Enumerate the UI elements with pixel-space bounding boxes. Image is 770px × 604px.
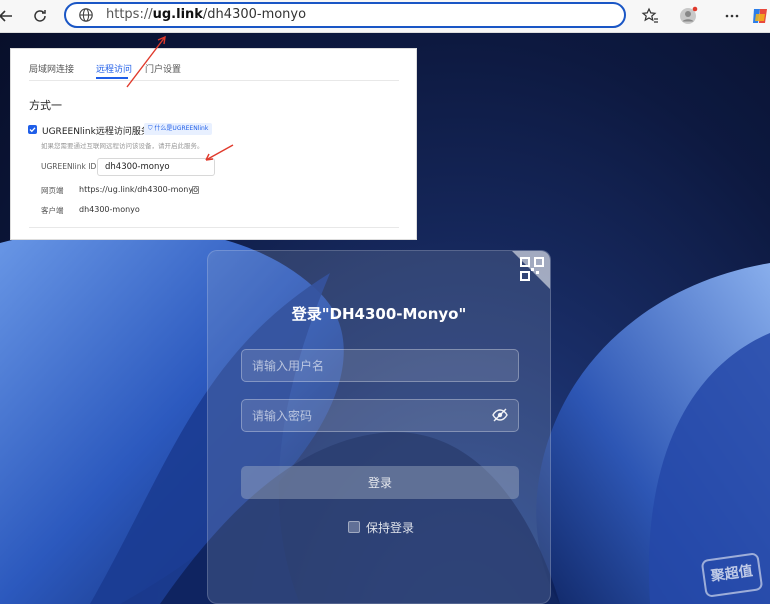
globe-icon bbox=[78, 7, 94, 27]
settings-tabs: 局域网连接 远程访问 门户设置 bbox=[29, 62, 399, 81]
whatis-ugreenlink-badge[interactable]: ⛉ 什么是UGREENlink bbox=[144, 123, 213, 135]
divider bbox=[29, 227, 399, 228]
client-value: dh4300-monyo bbox=[79, 205, 140, 214]
password-input[interactable] bbox=[241, 399, 519, 432]
username-input[interactable] bbox=[241, 349, 519, 382]
copy-icon[interactable] bbox=[192, 186, 199, 194]
browser-toolbar: https://ug.link/dh4300-monyo bbox=[0, 0, 770, 33]
check-icon bbox=[29, 127, 36, 133]
whatis-badge-text: 什么是UGREENlink bbox=[154, 125, 209, 132]
profile-icon[interactable] bbox=[676, 4, 700, 28]
qr-code-icon[interactable] bbox=[520, 257, 544, 281]
tab-portal-settings[interactable]: 门户设置 bbox=[145, 62, 181, 75]
active-tab-indicator bbox=[96, 77, 128, 79]
settings-panel-screenshot: 局域网连接 远程访问 门户设置 方式一 UGREENlink远程访问服务 ⛉ 什… bbox=[11, 49, 416, 239]
id-label: UGREENlink ID bbox=[41, 162, 97, 171]
url-text: https://ug.link/dh4300-monyo bbox=[106, 7, 306, 22]
ugreenlink-id-field[interactable]: dh4300-monyo bbox=[97, 158, 215, 176]
section-title: 方式一 bbox=[29, 99, 62, 112]
favorites-icon[interactable] bbox=[638, 4, 662, 28]
copilot-icon[interactable] bbox=[748, 4, 770, 28]
tab-lan[interactable]: 局域网连接 bbox=[29, 62, 74, 75]
remember-checkbox[interactable] bbox=[348, 521, 360, 533]
login-button[interactable]: 登录 bbox=[241, 466, 519, 499]
back-arrow-icon[interactable] bbox=[0, 4, 18, 28]
url-path: /dh4300-monyo bbox=[202, 7, 307, 22]
watermark-logo: 聚超值 bbox=[700, 552, 764, 598]
url-host: ug.link bbox=[152, 7, 203, 22]
service-label: UGREENlink远程访问服务 bbox=[42, 127, 150, 137]
remember-label[interactable]: 保持登录 bbox=[366, 519, 414, 536]
login-title: 登录"DH4300-Monyo" bbox=[291, 305, 467, 323]
reload-icon[interactable] bbox=[28, 4, 52, 28]
address-bar[interactable]: https://ug.link/dh4300-monyo bbox=[64, 2, 626, 28]
login-card: 登录"DH4300-Monyo" 登录 保持登录 bbox=[207, 250, 551, 604]
url-scheme: https:// bbox=[106, 7, 153, 22]
ugreenlink-id-value: dh4300-monyo bbox=[105, 162, 170, 172]
more-icon[interactable] bbox=[720, 4, 744, 28]
web-label: 网页端 bbox=[41, 186, 64, 195]
service-hint: 如果您需要通过互联网远程访问该设备，请开启此服务。 bbox=[41, 142, 204, 150]
client-label: 客户端 bbox=[41, 206, 64, 215]
tab-remote-access[interactable]: 远程访问 bbox=[96, 62, 132, 75]
service-checkbox[interactable] bbox=[28, 125, 37, 134]
web-url-value: https://ug.link/dh4300-monyo bbox=[79, 185, 198, 194]
hide-password-icon[interactable] bbox=[492, 408, 508, 422]
